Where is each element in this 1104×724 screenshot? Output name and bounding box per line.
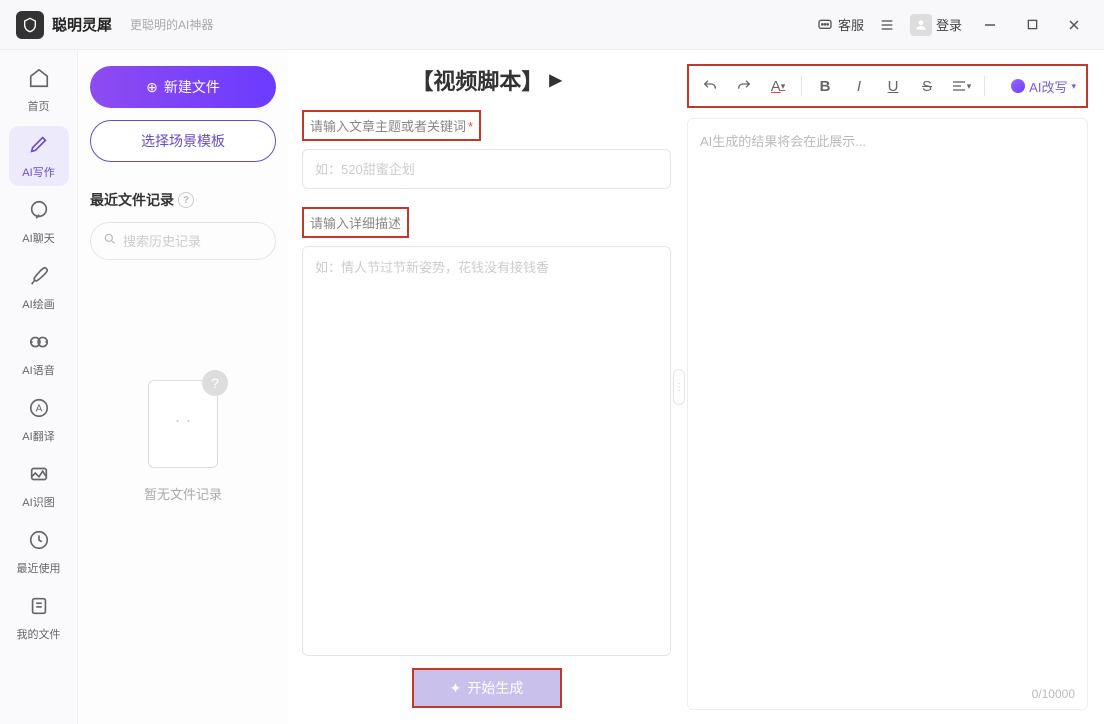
help-icon[interactable]: ? bbox=[178, 192, 194, 208]
nav-my-files[interactable]: 我的文件 bbox=[9, 588, 69, 648]
template-button[interactable]: 选择场景模板 bbox=[90, 120, 276, 162]
nav-label: AI识图 bbox=[22, 494, 54, 510]
brush-icon bbox=[28, 265, 50, 293]
topic-input[interactable] bbox=[302, 149, 671, 189]
arrow-right-icon[interactable]: ▶ bbox=[549, 70, 561, 90]
strike-button[interactable]: S bbox=[916, 75, 938, 97]
support-button[interactable]: 客服 bbox=[816, 15, 864, 34]
nav-label: 最近使用 bbox=[17, 560, 61, 576]
pen-icon bbox=[28, 133, 50, 161]
nav-ai-translate[interactable]: A AI翻译 bbox=[9, 390, 69, 450]
nav-ai-draw[interactable]: AI绘画 bbox=[9, 258, 69, 318]
maximize-button[interactable] bbox=[1018, 11, 1046, 39]
empty-state: · · ? 暂无文件记录 bbox=[90, 370, 276, 503]
nav-label: AI语音 bbox=[22, 362, 54, 378]
files-icon bbox=[28, 595, 50, 623]
login-label: 登录 bbox=[936, 15, 962, 34]
nav-label: AI绘画 bbox=[22, 296, 54, 312]
nav-label: 首页 bbox=[28, 98, 50, 114]
output-pane: ⋮ A▾ B I U S ▾ AI改写 ▾ AI生成的结 bbox=[679, 50, 1104, 724]
support-label: 客服 bbox=[838, 15, 864, 34]
search-input[interactable] bbox=[123, 234, 299, 249]
input-pane: 【视频脚本】 ▶ 请输入文章主题或者关键词* 请输入详细描述 ✦ 开始生成 bbox=[288, 50, 679, 724]
generate-button[interactable]: ✦ 开始生成 bbox=[412, 668, 562, 708]
separator bbox=[801, 76, 802, 96]
nav-label: AI翻译 bbox=[22, 428, 54, 444]
empty-illustration: · · ? bbox=[138, 370, 228, 470]
app-logo-wrap: 聪明灵犀 更聪明的AI神器 bbox=[16, 11, 213, 39]
login-button[interactable]: 登录 bbox=[910, 14, 962, 36]
redo-button[interactable] bbox=[733, 75, 755, 97]
generate-label: 开始生成 bbox=[467, 678, 523, 698]
app-name: 聪明灵犀 bbox=[52, 14, 112, 35]
chat-icon bbox=[28, 199, 50, 227]
nav-ai-writing[interactable]: AI写作 bbox=[9, 126, 69, 186]
ai-rewrite-button[interactable]: AI改写 ▾ bbox=[1011, 77, 1076, 96]
audio-icon bbox=[28, 331, 50, 359]
svg-text:A: A bbox=[35, 403, 42, 414]
home-icon bbox=[28, 67, 50, 95]
ai-icon bbox=[1011, 79, 1025, 93]
search-icon bbox=[103, 232, 117, 251]
nav-recent[interactable]: 最近使用 bbox=[9, 522, 69, 582]
output-placeholder: AI生成的结果将会在此展示... bbox=[700, 134, 866, 149]
image-icon bbox=[28, 463, 50, 491]
file-pane: ⊕ 新建文件 选择场景模板 最近文件记录 ? · · ? 暂无文件记录 bbox=[78, 50, 288, 724]
align-button[interactable]: ▾ bbox=[950, 75, 972, 97]
page-heading: 【视频脚本】 ▶ bbox=[302, 64, 671, 96]
char-count: 0/10000 bbox=[1032, 687, 1075, 701]
search-box[interactable] bbox=[90, 222, 276, 260]
separator bbox=[984, 76, 985, 96]
sidebar-nav: 首页 AI写作 AI聊天 AI绘画 AI语音 A AI翻译 AI识图 最近使用 bbox=[0, 50, 78, 724]
sparkle-icon: ✦ bbox=[450, 680, 462, 697]
nav-ai-image[interactable]: AI识图 bbox=[9, 456, 69, 516]
avatar-icon bbox=[910, 14, 932, 36]
desc-textarea[interactable] bbox=[302, 246, 671, 656]
translate-icon: A bbox=[28, 397, 50, 425]
nav-label: AI聊天 bbox=[22, 230, 54, 246]
underline-button[interactable]: U bbox=[882, 75, 904, 97]
titlebar-right: 客服 登录 bbox=[816, 11, 1088, 39]
recent-files-title: 最近文件记录 ? bbox=[90, 190, 276, 210]
close-button[interactable] bbox=[1060, 11, 1088, 39]
undo-button[interactable] bbox=[699, 75, 721, 97]
nav-home[interactable]: 首页 bbox=[9, 60, 69, 120]
nav-ai-voice[interactable]: AI语音 bbox=[9, 324, 69, 384]
editor-toolbar: A▾ B I U S ▾ AI改写 ▾ bbox=[687, 64, 1088, 108]
font-color-button[interactable]: A▾ bbox=[767, 75, 789, 97]
titlebar: 聪明灵犀 更聪明的AI神器 客服 登录 bbox=[0, 0, 1104, 50]
topic-label: 请输入文章主题或者关键词* bbox=[302, 110, 481, 141]
app-tagline: 更聪明的AI神器 bbox=[130, 16, 213, 33]
nav-ai-chat[interactable]: AI聊天 bbox=[9, 192, 69, 252]
desc-label: 请输入详细描述 bbox=[302, 207, 409, 238]
plus-icon: ⊕ bbox=[146, 79, 158, 96]
chat-icon bbox=[816, 16, 834, 34]
nav-label: 我的文件 bbox=[17, 626, 61, 642]
empty-text: 暂无文件记录 bbox=[144, 484, 222, 503]
menu-button[interactable] bbox=[878, 16, 896, 34]
bold-button[interactable]: B bbox=[814, 75, 836, 97]
app-logo-icon bbox=[16, 11, 44, 39]
recent-icon bbox=[28, 529, 50, 557]
minimize-button[interactable] bbox=[976, 11, 1004, 39]
nav-label: AI写作 bbox=[22, 164, 54, 180]
output-body[interactable]: AI生成的结果将会在此展示... 0/10000 bbox=[687, 118, 1088, 710]
chevron-down-icon: ▾ bbox=[1071, 81, 1076, 92]
new-file-button[interactable]: ⊕ 新建文件 bbox=[90, 66, 276, 108]
resize-handle[interactable]: ⋮ bbox=[673, 369, 685, 405]
new-file-label: 新建文件 bbox=[164, 77, 220, 97]
italic-button[interactable]: I bbox=[848, 75, 870, 97]
